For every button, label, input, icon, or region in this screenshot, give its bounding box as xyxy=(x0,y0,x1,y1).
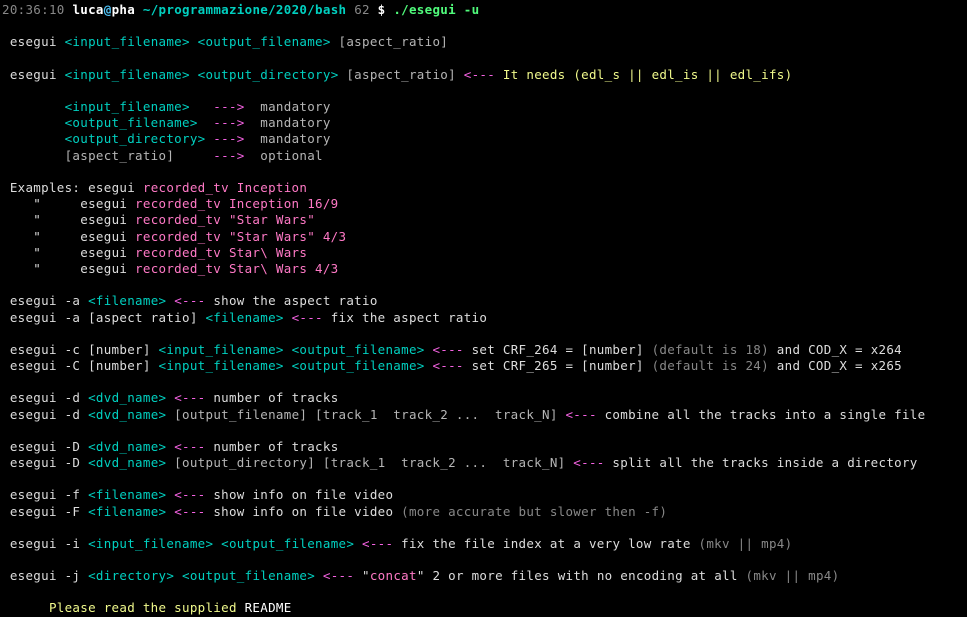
opt-d-2: esegui -d <dvd_name> [output_filename] [… xyxy=(2,407,965,423)
prompt-path: /programmazione/2020/bash xyxy=(151,2,347,17)
prompt-command: ./esegui -u xyxy=(393,2,479,17)
readme-line: Please read the supplied README xyxy=(2,600,965,616)
prompt-user: luca xyxy=(72,2,103,17)
opt-D-2: esegui -D <dvd_name> [output_directory] … xyxy=(2,455,965,471)
prompt-tilde: ~ xyxy=(143,2,151,17)
opt-d-1: esegui -d <dvd_name> <--- number of trac… xyxy=(2,390,965,406)
example-6: " esegui recorded_tv Star\ Wars 4/3 xyxy=(2,261,965,277)
param-1: <input_filename> ---> mandatory xyxy=(2,99,965,115)
prompt-dollar: $ xyxy=(378,2,386,17)
opt-D-1: esegui -D <dvd_name> <--- number of trac… xyxy=(2,439,965,455)
opt-a-1: esegui -a <filename> <--- show the aspec… xyxy=(2,293,965,309)
opt-f-1: esegui -f <filename> <--- show info on f… xyxy=(2,487,965,503)
example-2: " esegui recorded_tv Inception 16/9 xyxy=(2,196,965,212)
example-1: Examples: esegui recorded_tv Inception xyxy=(2,180,965,196)
example-3: " esegui recorded_tv "Star Wars" xyxy=(2,212,965,228)
opt-c-1: esegui -c [number] <input_filename> <out… xyxy=(2,342,965,358)
prompt-at: @ xyxy=(104,2,112,17)
example-5: " esegui recorded_tv Star\ Wars xyxy=(2,245,965,261)
usage-line-1: esegui <input_filename> <output_filename… xyxy=(2,34,965,50)
param-4: [aspect_ratio] ---> optional xyxy=(2,148,965,164)
usage-line-2: esegui <input_filename> <output_director… xyxy=(2,67,965,83)
param-2: <output_filename> ---> mandatory xyxy=(2,115,965,131)
prompt-host: pha xyxy=(112,2,135,17)
param-3: <output_directory> ---> mandatory xyxy=(2,131,965,147)
prompt-time: 20:36:10 xyxy=(2,2,65,17)
example-4: " esegui recorded_tv "Star Wars" 4/3 xyxy=(2,229,965,245)
prompt-histnum: 62 xyxy=(354,2,370,17)
opt-a-2: esegui -a [aspect ratio] <filename> <---… xyxy=(2,310,965,326)
opt-f-2: esegui -F <filename> <--- show info on f… xyxy=(2,504,965,520)
opt-c-2: esegui -C [number] <input_filename> <out… xyxy=(2,358,965,374)
opt-j: esegui -j <directory> <output_filename> … xyxy=(2,568,965,584)
prompt-line: 20:36:10 luca@pha ~/programmazione/2020/… xyxy=(2,2,965,18)
opt-i: esegui -i <input_filename> <output_filen… xyxy=(2,536,965,552)
